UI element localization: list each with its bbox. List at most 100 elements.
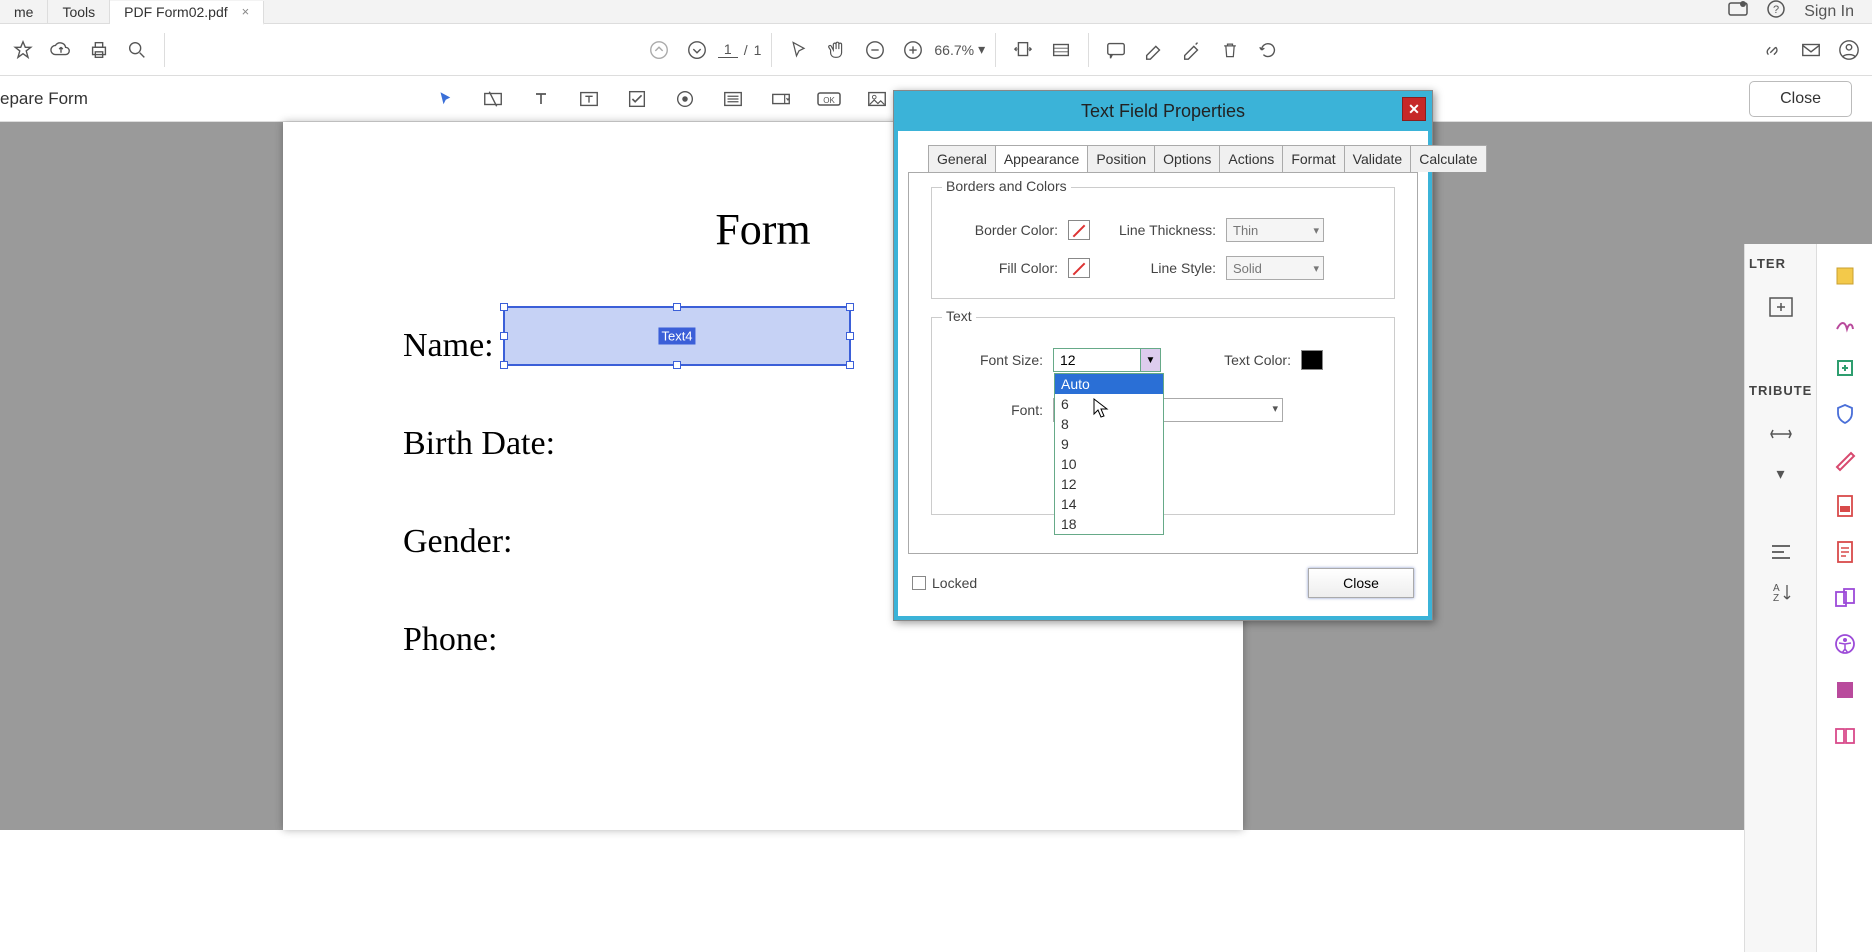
page-current[interactable]: 1 [718,41,738,58]
page-up-icon[interactable] [642,33,676,67]
tab-format[interactable]: Format [1282,145,1344,172]
protect-tool-icon[interactable] [1831,400,1859,428]
prepare-form-label: epare Form [0,89,88,109]
close-tab-icon[interactable]: × [242,4,250,19]
pointer-tool-icon[interactable] [428,82,462,116]
image-tool-icon[interactable] [860,82,894,116]
help-icon[interactable]: ? [1766,0,1786,24]
resize-handle[interactable] [846,332,854,340]
selection-tool-icon[interactable] [782,33,816,67]
checkbox-box[interactable] [912,576,926,590]
prepare-form-close-button[interactable]: Close [1749,81,1852,117]
erase-icon[interactable] [1175,33,1209,67]
link-icon[interactable] [1756,33,1790,67]
svg-text:?: ? [1773,4,1779,16]
border-color-button[interactable] [1068,220,1090,240]
note-tool-icon[interactable] [1831,262,1859,290]
text-tool-icon[interactable] [524,82,558,116]
resize-handle[interactable] [673,303,681,311]
font-size-option[interactable]: 14 [1055,494,1163,514]
resize-handle[interactable] [846,303,854,311]
profile-icon[interactable] [1832,33,1866,67]
chevron-down-icon: ▾ [978,41,985,58]
chevron-down-icon[interactable]: ▼ [1140,349,1160,371]
dialog-close-button[interactable]: Close [1308,568,1414,598]
checkbox-tool-icon[interactable] [620,82,654,116]
font-size-option[interactable]: 10 [1055,454,1163,474]
tab-calculate[interactable]: Calculate [1410,145,1486,172]
font-size-option[interactable]: 8 [1055,414,1163,434]
list-tool-icon[interactable] [716,82,750,116]
more-tool-icon[interactable] [1831,676,1859,704]
tab-home[interactable]: me [0,0,48,24]
fit-page-icon[interactable] [1044,33,1078,67]
radio-tool-icon[interactable] [668,82,702,116]
accessibility-icon[interactable] [1831,630,1859,658]
align-icon[interactable] [1761,536,1801,568]
tab-actions[interactable]: Actions [1219,145,1283,172]
add-field-icon[interactable] [1761,291,1801,323]
font-size-option[interactable]: 12 [1055,474,1163,494]
button-tool-icon[interactable]: OK [812,82,846,116]
export-tool-icon[interactable] [1831,354,1859,382]
organize-icon[interactable] [1831,722,1859,750]
dialog-titlebar[interactable]: Text Field Properties ✕ [894,91,1432,131]
tab-general[interactable]: General [928,145,996,172]
fit-width-icon[interactable] [1006,33,1040,67]
star-icon[interactable] [6,33,40,67]
line-style-select[interactable]: Solid [1226,256,1324,280]
resize-handle[interactable] [500,361,508,369]
delete-icon[interactable] [1213,33,1247,67]
email-icon[interactable] [1794,33,1828,67]
zoom-in-icon[interactable] [896,33,930,67]
tab-validate[interactable]: Validate [1344,145,1412,172]
resize-handle[interactable] [673,361,681,369]
line-thickness-label: Line Thickness: [1106,222,1216,238]
font-size-option-auto[interactable]: Auto [1055,374,1163,394]
font-size-option[interactable]: 6 [1055,394,1163,414]
create-pdf-icon[interactable] [1831,492,1859,520]
dialog-close-x-button[interactable]: ✕ [1402,97,1426,121]
distribute-icon[interactable] [1761,418,1801,450]
tab-options[interactable]: Options [1154,145,1220,172]
line-thickness-select[interactable]: Thin [1226,218,1324,242]
hand-tool-icon[interactable] [820,33,854,67]
sign-tool-icon[interactable] [1831,308,1859,336]
edit-pdf-icon[interactable] [1831,538,1859,566]
tab-tools[interactable]: Tools [48,0,110,24]
resize-handle[interactable] [500,303,508,311]
tab-document[interactable]: PDF Form02.pdf × [110,1,264,25]
comment-icon[interactable] [1099,33,1133,67]
cloud-upload-icon[interactable] [44,33,78,67]
text-field-tool-icon[interactable] [476,82,510,116]
text-color-button[interactable] [1301,350,1323,370]
text-box-tool-icon[interactable] [572,82,606,116]
combine-icon[interactable] [1831,584,1859,612]
locked-checkbox[interactable]: Locked [912,575,977,591]
resize-handle[interactable] [846,361,854,369]
fill-color-button[interactable] [1068,258,1090,278]
page-down-icon[interactable] [680,33,714,67]
sign-in-link[interactable]: Sign In [1804,3,1854,21]
redact-tool-icon[interactable] [1831,446,1859,474]
rotate-icon[interactable] [1251,33,1285,67]
highlight-icon[interactable] [1137,33,1171,67]
font-size-option[interactable]: 18 [1055,514,1163,534]
dropdown-tool-icon[interactable] [764,82,798,116]
font-size-option[interactable]: 9 [1055,434,1163,454]
tab-position[interactable]: Position [1087,145,1155,172]
font-size-combobox[interactable]: 12 ▼ Auto 6 8 9 10 12 14 18 [1053,348,1161,372]
text-legend: Text [942,308,976,324]
chevron-down-icon[interactable]: ▾ [1761,458,1801,490]
zoom-level[interactable]: 66.7%▾ [934,41,985,58]
sort-icon[interactable]: AZ [1761,576,1801,608]
page-total: 1 [754,42,762,58]
right-tool-rail [1816,244,1872,952]
resize-handle[interactable] [500,332,508,340]
zoom-out-icon[interactable] [858,33,892,67]
notifications-icon[interactable] [1728,0,1748,23]
selected-text-field[interactable]: Text4 [503,306,851,366]
search-icon[interactable] [120,33,154,67]
print-icon[interactable] [82,33,116,67]
tab-appearance[interactable]: Appearance [995,145,1089,172]
